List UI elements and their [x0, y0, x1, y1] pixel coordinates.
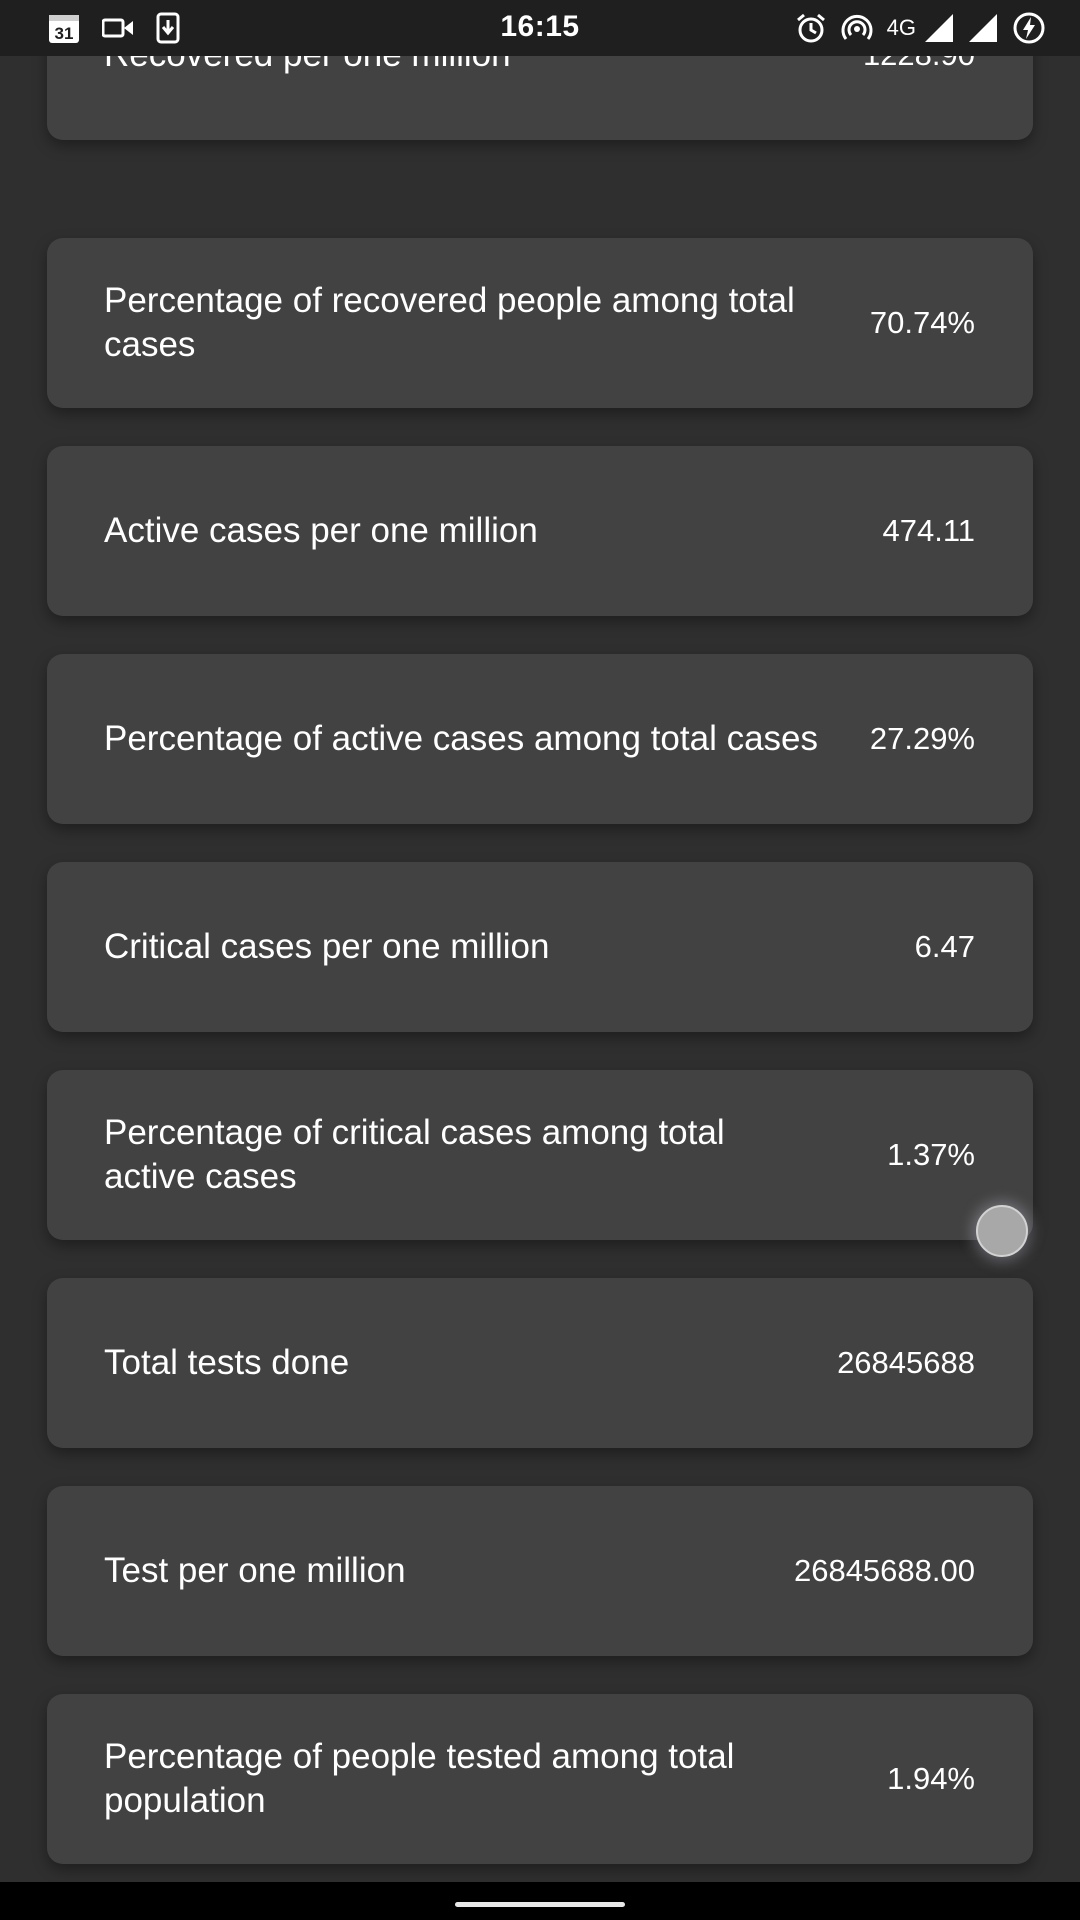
hotspot-icon: [841, 14, 873, 40]
stat-value: 1.94%: [887, 1761, 975, 1796]
stat-card-critical-percentage[interactable]: Percentage of critical cases among total…: [47, 1070, 1033, 1240]
touch-indicator: [976, 1205, 1028, 1257]
stat-value: 26845688: [837, 1345, 975, 1380]
stat-label: Percentage of critical cases among total…: [104, 1113, 725, 1196]
stat-label: Percentage of active cases among total c…: [104, 719, 819, 758]
stat-value: 1.37%: [887, 1137, 975, 1172]
stat-label: Test per one million: [104, 1551, 406, 1590]
status-bar: 31 16:15 4G: [0, 0, 1080, 56]
navigation-bar: [0, 1882, 1080, 1920]
stat-card-total-tests[interactable]: Total tests done 26845688: [47, 1278, 1033, 1448]
stat-label: Total tests done: [104, 1343, 350, 1382]
signal-icon: [969, 14, 997, 42]
stat-value: 70.74%: [869, 305, 975, 340]
status-right-icons: 4G: [795, 12, 1046, 44]
stat-value: 6.47: [914, 929, 975, 964]
stat-card-tests-per-million[interactable]: Test per one million 26845688.00: [47, 1486, 1033, 1656]
network-type: 4G: [886, 15, 916, 40]
stat-label: Percentage of people tested among total …: [104, 1737, 735, 1820]
stats-list[interactable]: Recovered per one million 1228.90 Percen…: [0, 0, 1080, 1882]
signal-icon: [925, 14, 953, 42]
stat-label: Active cases per one million: [104, 511, 538, 550]
stat-card-active-percentage[interactable]: Percentage of active cases among total c…: [47, 654, 1033, 824]
stat-card-critical-per-million[interactable]: Critical cases per one million 6.47: [47, 862, 1033, 1032]
stat-card-active-per-million[interactable]: Active cases per one million 474.11: [47, 446, 1033, 616]
stat-label: Critical cases per one million: [104, 927, 550, 966]
stat-value: 26845688.00: [793, 1553, 975, 1588]
home-gesture-handle[interactable]: [455, 1902, 625, 1907]
stat-card-recovered-percentage[interactable]: Percentage of recovered people among tot…: [47, 238, 1033, 408]
stat-value: 474.11: [882, 513, 975, 548]
alarm-icon: [796, 13, 825, 43]
stat-card-tested-percentage[interactable]: Percentage of people tested among total …: [47, 1694, 1033, 1864]
battery-charging-icon: [1013, 12, 1045, 44]
stat-value: 27.29%: [869, 721, 975, 756]
stat-label: Percentage of recovered people among tot…: [104, 281, 795, 364]
